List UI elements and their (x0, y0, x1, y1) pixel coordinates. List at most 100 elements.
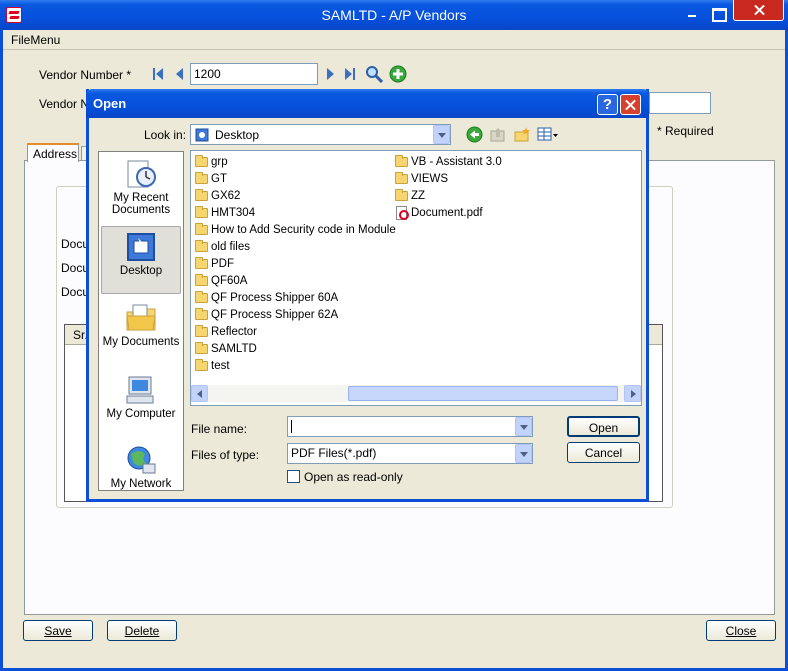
folder-icon (195, 342, 208, 354)
file-type-value: PDF Files(*.pdf) (291, 446, 377, 460)
file-item[interactable]: QF Process Shipper 60A (194, 290, 338, 306)
menu-file[interactable]: FileMenu (11, 33, 60, 47)
views-menu-icon[interactable] (537, 126, 559, 143)
folder-icon (195, 240, 208, 252)
scroll-left-button[interactable] (191, 385, 208, 402)
close-window-button[interactable] (733, 0, 784, 21)
place-my-computer[interactable]: My Computer (101, 374, 181, 436)
search-icon[interactable] (365, 65, 383, 83)
open-dialog: Open ? Look in: Desktop My Recent Docume… (86, 89, 649, 502)
file-item[interactable]: old files (194, 239, 250, 255)
place-my-documents[interactable]: My Documents (101, 302, 181, 364)
dialog-title-bar[interactable]: Open ? (86, 89, 649, 118)
folder-icon (395, 155, 408, 167)
horizontal-scrollbar[interactable] (191, 385, 641, 402)
place-desktop[interactable]: Desktop (101, 226, 181, 294)
minimize-button[interactable] (680, 3, 702, 23)
vendor-number-label: Vendor Number * (39, 68, 132, 82)
folder-icon (195, 359, 208, 371)
previous-record-icon[interactable] (174, 67, 188, 81)
file-item[interactable]: SAMLTD (194, 341, 257, 357)
look-in-select[interactable]: Desktop (190, 124, 451, 145)
tab-address[interactable]: Address (27, 143, 79, 162)
read-only-label: Open as read-only (304, 470, 403, 484)
folder-icon (195, 325, 208, 337)
file-item[interactable]: test (194, 358, 230, 374)
document-label-1: Docu (61, 237, 90, 251)
folder-icon (195, 274, 208, 286)
file-item[interactable]: GT (194, 171, 227, 187)
back-icon[interactable] (466, 126, 483, 143)
folder-icon (395, 189, 408, 201)
vendor-name-input[interactable] (649, 92, 711, 114)
file-item[interactable]: VIEWS (394, 171, 448, 187)
vendor-number-input[interactable]: 1200 (190, 63, 318, 85)
place-my-network[interactable]: My Network (101, 444, 181, 490)
file-name-input[interactable] (287, 416, 533, 437)
document-label-3: Docu (61, 285, 90, 299)
save-button[interactable]: Save (23, 620, 93, 641)
pdf-file-icon (396, 206, 409, 220)
document-label-2: Docu (61, 261, 90, 275)
my-computer-icon (125, 374, 157, 406)
open-button[interactable]: Open (567, 416, 640, 437)
menu-bar: FileMenu (3, 30, 785, 50)
desktop-icon (125, 231, 157, 263)
scroll-right-button[interactable] (624, 385, 641, 402)
folder-icon (195, 308, 208, 320)
file-type-dropdown-icon[interactable] (515, 444, 532, 463)
folder-icon (195, 257, 208, 269)
vendor-name-label: Vendor N (39, 97, 90, 111)
places-bar: My Recent Documents Desktop My Documents… (98, 151, 184, 491)
file-item[interactable]: ZZ (394, 188, 425, 204)
title-bar[interactable]: SAMLTD - A/P Vendors (0, 0, 788, 30)
file-item[interactable]: PDF (194, 256, 234, 272)
folder-icon (195, 172, 208, 184)
first-record-icon[interactable] (153, 67, 167, 81)
file-item[interactable]: grp (194, 154, 228, 170)
file-item[interactable]: VB - Assistant 3.0 (394, 154, 502, 170)
file-item[interactable]: How to Add Security code in Module (194, 222, 396, 238)
new-folder-icon[interactable] (514, 126, 531, 143)
required-note: * Required (657, 124, 714, 138)
read-only-checkbox[interactable] (287, 470, 300, 483)
file-item[interactable]: QF Process Shipper 62A (194, 307, 338, 323)
cancel-button[interactable]: Cancel (567, 442, 640, 463)
my-network-icon (125, 444, 157, 476)
file-item[interactable]: Reflector (194, 324, 257, 340)
file-name-dropdown-icon[interactable] (515, 417, 532, 436)
delete-button[interactable]: Delete (107, 620, 177, 641)
file-list[interactable]: grp GT GX62 HMT304 How to Add Security code … (190, 150, 642, 406)
look-in-value: Desktop (215, 128, 260, 142)
recent-documents-icon (125, 158, 157, 190)
file-type-select[interactable]: PDF Files(*.pdf) (287, 443, 533, 464)
folder-icon (195, 155, 208, 167)
folder-icon (195, 291, 208, 303)
my-documents-icon (125, 302, 157, 334)
dialog-close-button[interactable] (620, 94, 641, 115)
next-record-icon[interactable] (325, 67, 339, 81)
dialog-title: Open (93, 96, 127, 111)
desktop-small-icon (195, 128, 209, 142)
add-icon[interactable] (389, 65, 407, 83)
close-button[interactable]: Close (706, 620, 776, 641)
file-item[interactable]: QF60A (194, 273, 247, 289)
file-name-label: File name: (191, 422, 248, 436)
look-in-dropdown-icon[interactable] (433, 125, 450, 144)
folder-icon (195, 206, 208, 218)
help-button[interactable]: ? (597, 94, 618, 115)
window-title: SAMLTD - A/P Vendors (321, 7, 467, 23)
file-item[interactable]: HMT304 (194, 205, 255, 221)
text-cursor (291, 420, 292, 433)
place-recent-documents[interactable]: My Recent Documents (101, 158, 181, 220)
folder-icon (395, 172, 408, 184)
file-item[interactable]: GX62 (194, 188, 240, 204)
up-folder-icon[interactable] (490, 126, 507, 143)
maximize-button[interactable] (706, 3, 728, 23)
scroll-thumb[interactable] (348, 386, 618, 401)
folder-icon (195, 189, 208, 201)
last-record-icon[interactable] (345, 67, 359, 81)
file-type-label: Files of type: (191, 448, 260, 462)
file-item[interactable]: Document.pdf (394, 205, 483, 221)
look-in-label: Look in: (144, 128, 187, 142)
